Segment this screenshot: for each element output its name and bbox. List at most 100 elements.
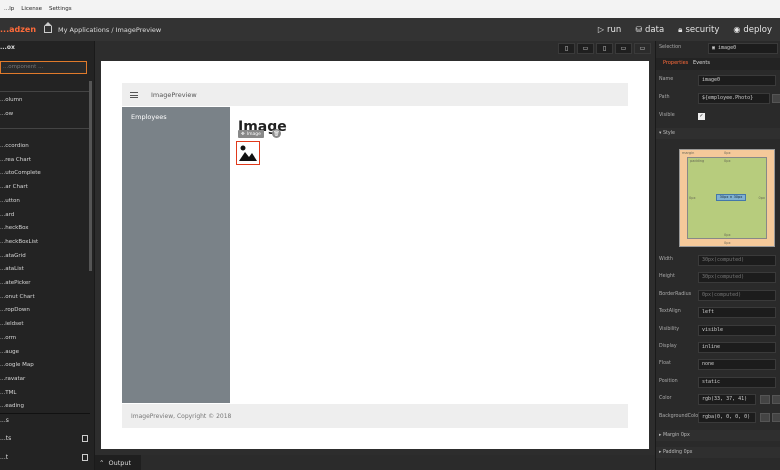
divider xyxy=(0,413,90,414)
color-picker-icon[interactable] xyxy=(760,395,770,405)
padding-right-value: 0px xyxy=(758,196,765,200)
toolbox-bottom-item[interactable]: ...t xyxy=(0,454,95,461)
home-icon[interactable] xyxy=(44,22,53,33)
padding-section-header[interactable]: ▸ Padding 0px xyxy=(656,447,780,458)
toolbox-item[interactable]: ...ataGrid xyxy=(0,253,26,259)
style-section-header[interactable]: ▾ Style xyxy=(656,128,780,139)
output-tab-label: Output xyxy=(108,458,132,467)
visible-checkbox[interactable]: ✓ xyxy=(698,113,705,120)
box-model-content[interactable]: 30px × 30px xyxy=(716,194,746,201)
nav-item-employees[interactable]: Employees xyxy=(131,113,167,121)
laptop-icon[interactable]: ▭ xyxy=(615,43,632,54)
property-input[interactable]: visible xyxy=(698,324,776,336)
more-icon[interactable] xyxy=(772,412,780,422)
padding-left-value: 0px xyxy=(689,196,696,200)
property-label: Width xyxy=(659,257,673,262)
toolbox-item-row[interactable]: ...ow xyxy=(0,111,13,117)
name-label: Name xyxy=(659,77,674,82)
more-icon[interactable] xyxy=(772,395,780,405)
toolbox-item[interactable]: ...ropDown xyxy=(0,307,30,313)
component-search-input[interactable]: ...omponent ... xyxy=(0,61,87,74)
toolbox-item[interactable]: ...heckBox xyxy=(0,225,29,231)
app-footer[interactable]: ImagePreview, Copyright © 2018 xyxy=(122,404,628,428)
toolbox-item[interactable]: ...auge xyxy=(0,349,19,355)
property-input[interactable]: static xyxy=(698,376,776,388)
phone-landscape-icon[interactable]: ▭ xyxy=(577,43,594,54)
delete-icon[interactable]: 🗑︎ xyxy=(272,129,281,138)
toolbox-item[interactable]: ...ccordion xyxy=(0,143,29,149)
property-input[interactable]: 30px(computed) xyxy=(698,272,776,284)
menu-settings[interactable]: Settings xyxy=(49,6,72,12)
deploy-button[interactable]: ◉ deploy xyxy=(733,25,772,35)
toolbox-panel: ...ox ...omponent ... ...olumn ...ow ...… xyxy=(0,41,95,470)
toolbox-item[interactable]: ...ard xyxy=(0,212,14,218)
property-row: TextAlign left xyxy=(656,305,780,320)
tablet-icon[interactable]: ▯ xyxy=(596,43,613,54)
toolbox-item[interactable]: ...TML xyxy=(0,390,16,396)
path-input[interactable]: ${employee.Photo} xyxy=(698,93,770,104)
toolbox-item[interactable]: ...utton xyxy=(0,198,20,204)
toolbox-item[interactable]: ...oogle Map xyxy=(0,362,34,368)
selection-chip[interactable]: ✥ Image xyxy=(238,130,264,138)
chevron-up-icon: ⌃ xyxy=(99,458,105,467)
toolbox-item[interactable]: ...ar Chart xyxy=(0,184,28,190)
name-input[interactable]: image0 xyxy=(698,75,776,86)
toolbox-item[interactable]: ...ieldset xyxy=(0,321,24,327)
property-label: TextAlign xyxy=(659,309,681,315)
title-bar: ...adzen My Applications / ImagePreview … xyxy=(0,18,780,41)
app-content[interactable]: Image ✥ Image 🗑︎ xyxy=(230,107,628,403)
output-tab[interactable]: ⌃ Output xyxy=(95,455,141,470)
eye-icon: ◉ xyxy=(733,24,741,34)
selection-dropdown[interactable]: ▣ image0 xyxy=(708,43,778,54)
toolbox-bottom-item[interactable]: ...s xyxy=(0,417,95,424)
property-input[interactable]: none xyxy=(698,359,776,371)
selection-label: Selection xyxy=(659,45,682,50)
menu-icon[interactable] xyxy=(130,91,138,98)
tab-events[interactable]: Events xyxy=(693,60,710,66)
toolbox-item[interactable]: ...heckBoxList xyxy=(0,239,38,245)
toolbox-item[interactable]: ...ravatar xyxy=(0,376,25,382)
menu-license[interactable]: License xyxy=(21,6,42,12)
device-toolbar: ▯ ▭ ▯ ▭ ▭ xyxy=(558,43,651,54)
property-input[interactable]: left xyxy=(698,307,776,319)
toolbox-item[interactable]: ...utoComplete xyxy=(0,170,41,176)
property-label: Float xyxy=(659,361,671,367)
property-input[interactable]: 0px(computed) xyxy=(698,289,776,301)
phone-icon[interactable]: ▯ xyxy=(558,43,575,54)
copy-icon[interactable] xyxy=(82,435,88,442)
tab-properties[interactable]: Properties xyxy=(663,60,688,66)
toolbox-bottom-item[interactable]: ...ts xyxy=(0,435,95,442)
copy-icon[interactable] xyxy=(82,454,88,461)
toolbox-item[interactable]: ...ataList xyxy=(0,266,24,272)
toolbox-title: ...ox xyxy=(0,44,15,51)
data-button[interactable]: ⛁ data xyxy=(635,25,664,35)
padding-bottom-value: 0px xyxy=(724,233,731,237)
toolbox-scrollbar[interactable] xyxy=(89,81,92,271)
security-button[interactable]: 🔒︎ security xyxy=(678,25,719,35)
edit-icon[interactable] xyxy=(772,94,780,103)
app-sidebar[interactable]: Employees xyxy=(122,107,230,403)
menu-help[interactable]: ...lp xyxy=(4,6,14,12)
toolbox-item[interactable]: ...rea Chart xyxy=(0,157,31,163)
image-placeholder[interactable] xyxy=(236,141,260,165)
property-input[interactable]: 30px(computed) xyxy=(698,255,776,266)
property-label: Color xyxy=(659,396,672,402)
path-label: Path xyxy=(659,95,670,100)
toolbox-item-column[interactable]: ...olumn xyxy=(0,97,22,103)
toolbox-item[interactable]: ...atePicker xyxy=(0,280,31,286)
property-input[interactable]: rgb(33, 37, 41) xyxy=(698,394,756,406)
property-row: BorderRadius 0px(computed) xyxy=(656,288,780,303)
property-input[interactable]: rgba(0, 0, 0, 0) xyxy=(698,411,756,423)
box-model-margin[interactable]: margin 0px 0px padding 0px 0px 0px 0px 3… xyxy=(679,149,775,247)
property-input[interactable]: inline xyxy=(698,342,776,353)
toolbox-item[interactable]: ...orm xyxy=(0,335,16,341)
desktop-icon[interactable]: ▭ xyxy=(634,43,651,54)
toolbox-item[interactable]: ...eading xyxy=(0,403,24,409)
app-header[interactable]: ImagePreview xyxy=(122,83,628,106)
margin-section-header[interactable]: ▸ Margin 0px xyxy=(656,430,780,441)
box-model-padding[interactable]: padding 0px 0px 0px 0px 30px × 30px xyxy=(687,157,767,239)
run-button[interactable]: ▷ run xyxy=(598,25,621,35)
property-row: Color rgb(33, 37, 41) xyxy=(656,392,780,407)
color-picker-icon[interactable] xyxy=(760,412,770,422)
toolbox-item[interactable]: ...onut Chart xyxy=(0,294,35,300)
